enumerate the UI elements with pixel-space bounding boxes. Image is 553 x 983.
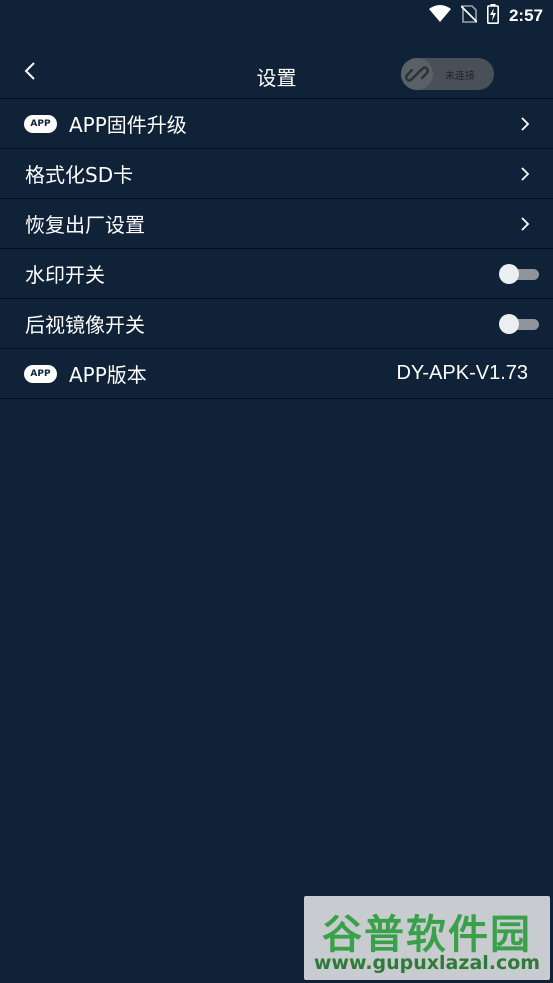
app-version-row: APP APP版本 DY-APK-V1.73 [0, 349, 553, 399]
rear-mirror-switch-row: 后视镜像开关 [0, 299, 553, 349]
settings-list: APP APP固件升级 格式化SD卡 恢复出厂设置 水印开关 后视镜像开关 AP… [0, 98, 553, 399]
factory-reset-row[interactable]: 恢复出厂设置 [0, 199, 553, 249]
no-sim-icon [460, 5, 478, 27]
header: 设置 未连接 [0, 48, 553, 98]
battery-charging-icon [486, 4, 499, 28]
watermark-url: www.gupuxlazal.com [313, 952, 541, 974]
status-time: 2:57 [508, 6, 543, 25]
watermark-toggle[interactable] [499, 264, 539, 284]
watermark-switch-label: 水印开关 [25, 263, 105, 287]
site-watermark: 谷普软件园 www.gupuxlazal.com [304, 896, 550, 980]
rear-mirror-toggle[interactable] [499, 314, 539, 334]
app-version-value: DY-APK-V1.73 [396, 362, 528, 384]
rear-mirror-switch-label: 后视镜像开关 [25, 313, 145, 337]
toggle-thumb [499, 264, 519, 284]
format-sd-label: 格式化SD卡 [25, 163, 134, 187]
connection-status-text: 未连接 [445, 71, 475, 82]
firmware-upgrade-label: APP固件升级 [69, 113, 187, 137]
status-bar: 2:57 [0, 0, 553, 34]
app-version-label: APP版本 [69, 363, 147, 387]
wifi-icon [428, 5, 451, 27]
factory-reset-label: 恢复出厂设置 [25, 213, 145, 237]
watermark-switch-row: 水印开关 [0, 249, 553, 299]
toggle-thumb [499, 314, 519, 334]
status-icons: 2:57 [428, 4, 543, 28]
chevron-right-icon [519, 115, 531, 133]
link-icon [401, 58, 433, 90]
chevron-right-icon [519, 165, 531, 183]
chevron-right-icon [519, 215, 531, 233]
app-badge-icon: APP [24, 365, 57, 383]
format-sd-row[interactable]: 格式化SD卡 [0, 149, 553, 199]
firmware-upgrade-row[interactable]: APP APP固件升级 [0, 99, 553, 149]
connection-status-badge[interactable]: 未连接 [401, 58, 494, 90]
app-badge-icon: APP [24, 115, 57, 133]
